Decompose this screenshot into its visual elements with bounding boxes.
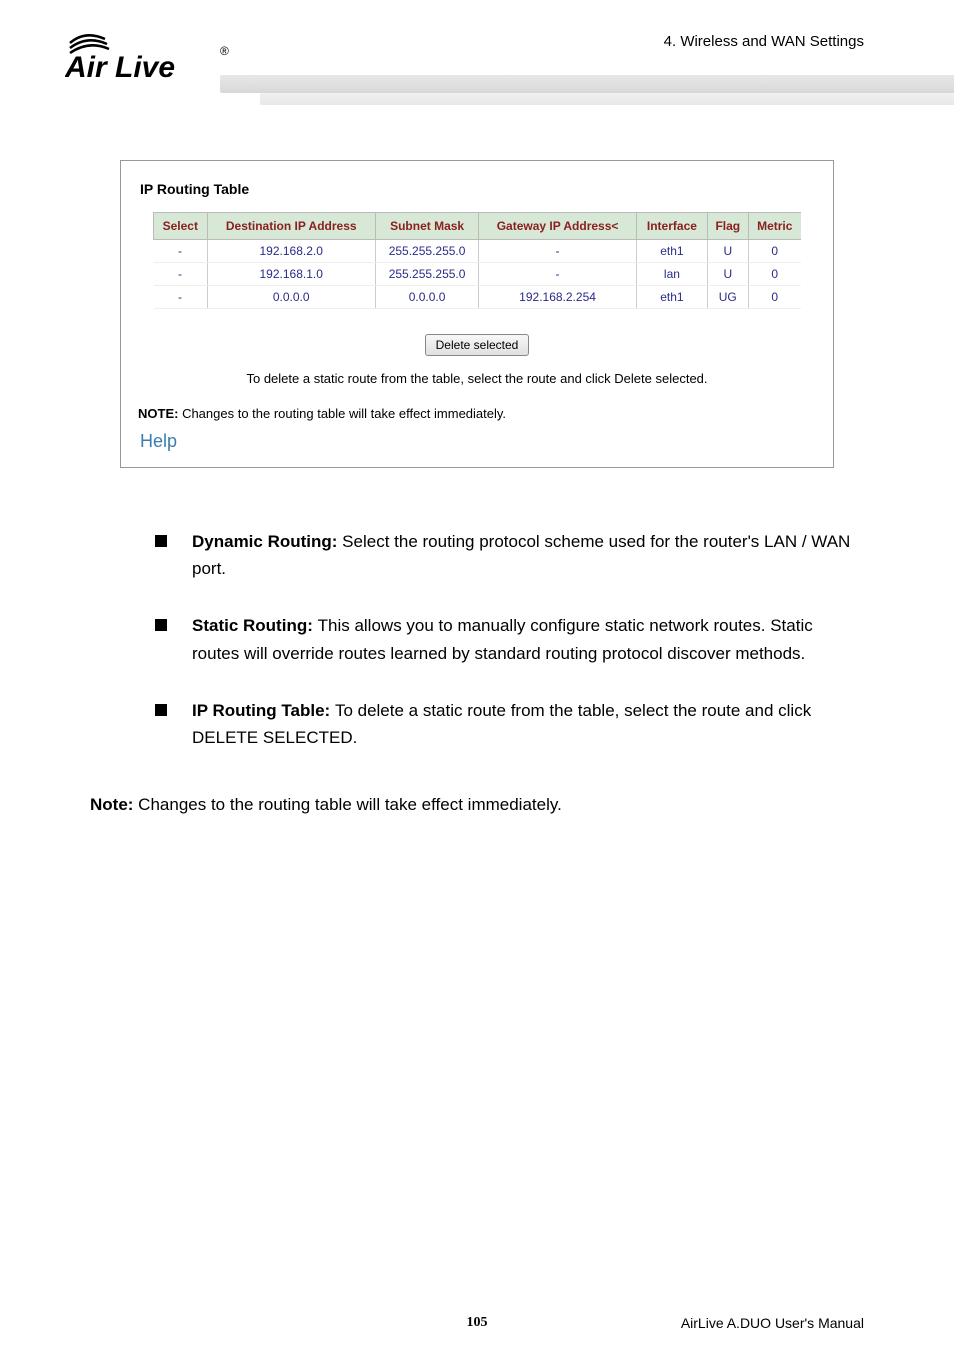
delete-selected-button[interactable]: Delete selected bbox=[425, 334, 530, 356]
cell: 255.255.255.0 bbox=[375, 263, 478, 286]
cell: lan bbox=[636, 263, 707, 286]
svg-text:®: ® bbox=[220, 44, 229, 58]
bullet-bold: Static Routing: bbox=[192, 616, 318, 635]
cell: - bbox=[154, 240, 207, 263]
page-number: 105 bbox=[467, 1315, 488, 1331]
airlive-logo: Air Live ® bbox=[65, 25, 235, 90]
bullet-static-routing: Static Routing: This allows you to manua… bbox=[155, 612, 864, 666]
bullet-bold: Dynamic Routing: bbox=[192, 532, 342, 551]
cell: 0.0.0.0 bbox=[207, 286, 375, 309]
cell: 192.168.1.0 bbox=[207, 263, 375, 286]
cell: U bbox=[707, 263, 748, 286]
col-metric: Metric bbox=[748, 213, 801, 240]
button-row: Delete selected bbox=[136, 334, 818, 356]
delete-hint: To delete a static route from the table,… bbox=[136, 371, 818, 386]
cell: 192.168.2.0 bbox=[207, 240, 375, 263]
help-link[interactable]: Help bbox=[140, 431, 818, 452]
cell: U bbox=[707, 240, 748, 263]
col-flag: Flag bbox=[707, 213, 748, 240]
col-subnet: Subnet Mask bbox=[375, 213, 478, 240]
col-gateway: Gateway IP Address< bbox=[479, 213, 637, 240]
cell: 0.0.0.0 bbox=[375, 286, 478, 309]
header-accent-bar bbox=[220, 75, 954, 93]
panel-note: NOTE: Changes to the routing table will … bbox=[138, 406, 818, 421]
bullet-ip-routing-table: IP Routing Table: To delete a static rou… bbox=[155, 697, 864, 751]
page-note: Note: Changes to the routing table will … bbox=[90, 791, 864, 818]
col-select: Select bbox=[154, 213, 207, 240]
col-dest-ip: Destination IP Address bbox=[207, 213, 375, 240]
page-header: Air Live ® 4. Wireless and WAN Settings bbox=[0, 0, 954, 120]
cell: 0 bbox=[748, 240, 801, 263]
table-row[interactable]: - 192.168.1.0 255.255.255.0 - lan U 0 bbox=[154, 263, 801, 286]
cell: - bbox=[479, 240, 637, 263]
footer-manual-title: AirLive A.DUO User's Manual bbox=[681, 1315, 864, 1331]
panel-title: IP Routing Table bbox=[140, 181, 818, 197]
table-row[interactable]: - 192.168.2.0 255.255.255.0 - eth1 U 0 bbox=[154, 240, 801, 263]
page-note-text: Changes to the routing table will take e… bbox=[133, 795, 561, 814]
bullet-bold: IP Routing Table: bbox=[192, 701, 335, 720]
cell: - bbox=[479, 263, 637, 286]
table-header-row: Select Destination IP Address Subnet Mas… bbox=[154, 213, 801, 240]
table-row[interactable]: - 0.0.0.0 0.0.0.0 192.168.2.254 eth1 UG … bbox=[154, 286, 801, 309]
cell: UG bbox=[707, 286, 748, 309]
cell: - bbox=[154, 286, 207, 309]
cell: eth1 bbox=[636, 240, 707, 263]
breadcrumb: 4. Wireless and WAN Settings bbox=[664, 33, 864, 50]
cell: 255.255.255.0 bbox=[375, 240, 478, 263]
routing-table: Select Destination IP Address Subnet Mas… bbox=[153, 212, 801, 309]
cell: eth1 bbox=[636, 286, 707, 309]
cell: - bbox=[154, 263, 207, 286]
cell: 0 bbox=[748, 263, 801, 286]
routing-table-panel: IP Routing Table Select Destination IP A… bbox=[120, 160, 834, 468]
svg-text:Air Live: Air Live bbox=[65, 51, 175, 84]
note-text: Changes to the routing table will take e… bbox=[178, 406, 506, 421]
header-accent-bar-2 bbox=[260, 93, 954, 105]
note-bold: NOTE: bbox=[138, 406, 178, 421]
cell: 0 bbox=[748, 286, 801, 309]
cell: 192.168.2.254 bbox=[479, 286, 637, 309]
square-bullet-icon bbox=[155, 619, 167, 631]
square-bullet-icon bbox=[155, 704, 167, 716]
square-bullet-icon bbox=[155, 535, 167, 547]
page-note-bold: Note: bbox=[90, 795, 133, 814]
bullet-dynamic-routing: Dynamic Routing: Select the routing prot… bbox=[155, 528, 864, 582]
body-content: Dynamic Routing: Select the routing prot… bbox=[155, 528, 864, 751]
col-interface: Interface bbox=[636, 213, 707, 240]
